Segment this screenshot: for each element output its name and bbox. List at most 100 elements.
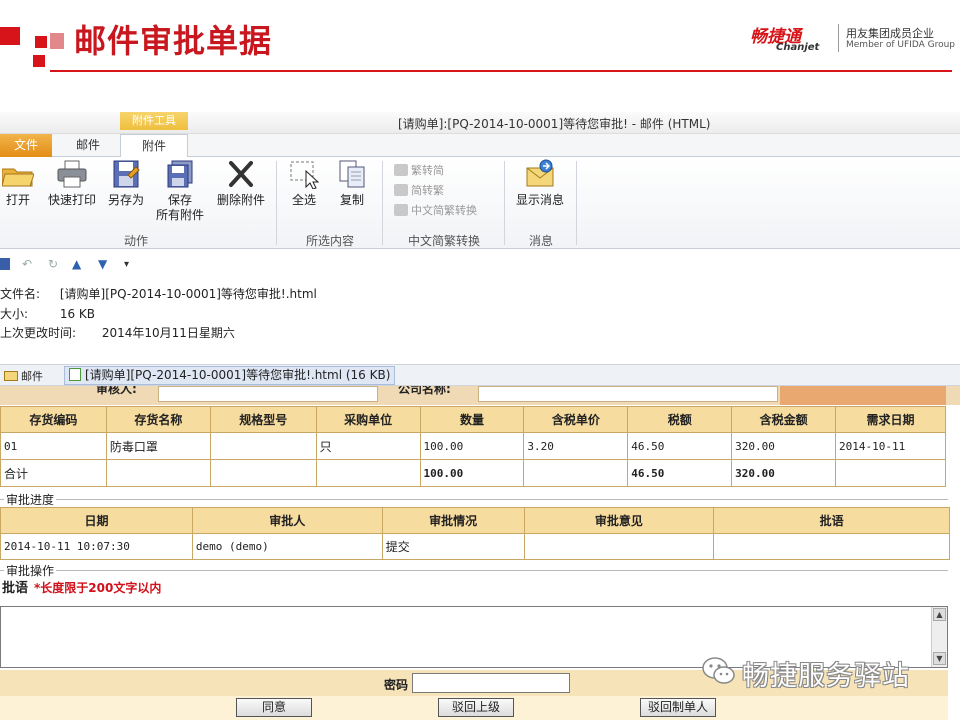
table-row: 2014-10-11 10:07:30 demo (demo) 提交 bbox=[1, 534, 950, 560]
col-header: 批语 bbox=[714, 508, 950, 534]
quick-print-button[interactable]: 快速打印 bbox=[42, 159, 102, 208]
cell-empty bbox=[210, 460, 317, 487]
progress-legend: 审批进度 bbox=[4, 491, 57, 508]
agree-button[interactable]: 同意 bbox=[236, 698, 312, 717]
show-message-button[interactable]: 显示消息 bbox=[510, 159, 570, 208]
col-header: 审批人 bbox=[192, 508, 383, 534]
message-tab[interactable]: 邮件 bbox=[4, 368, 43, 384]
group-label-action: 动作 bbox=[123, 234, 148, 248]
message-tab-label: 邮件 bbox=[21, 370, 43, 383]
cell-approval-opinion bbox=[524, 534, 715, 560]
comment-hint: *长度限于200文字以内 bbox=[34, 581, 162, 595]
group-label-message: 消息 bbox=[528, 234, 553, 248]
table-row: 01 防毒口罩 只 100.00 3.20 46.50 320.00 2014-… bbox=[1, 433, 946, 460]
copy-button[interactable]: 复制 bbox=[332, 159, 372, 208]
trad-simp-icon bbox=[394, 164, 408, 176]
deco-square bbox=[33, 55, 45, 67]
save-all-icon bbox=[167, 160, 193, 188]
col-header: 审批意见 bbox=[524, 508, 715, 534]
attachment-file-tab[interactable]: [请购单][PQ-2014-10-0001]等待您审批!.html (16 KB… bbox=[64, 366, 396, 385]
delete-attachment-button[interactable]: 删除附件 bbox=[212, 159, 270, 208]
file-size-label: 大小: bbox=[0, 307, 29, 321]
cell-amount: 320.00 bbox=[732, 433, 837, 460]
cell-empty bbox=[316, 460, 421, 487]
cell-code: 01 bbox=[1, 433, 107, 460]
brand-subtitle-en: Member of UFIDA Group bbox=[846, 40, 956, 50]
cell-total-label: 合计 bbox=[1, 460, 107, 487]
trad-to-simp-label: 繁转简 bbox=[411, 164, 444, 177]
group-separator bbox=[276, 161, 277, 245]
tab-file[interactable]: 文件 bbox=[0, 134, 52, 157]
deco-square bbox=[0, 27, 20, 45]
cell-name: 防毒口罩 bbox=[106, 433, 211, 460]
tab-mail[interactable]: 邮件 bbox=[60, 134, 116, 157]
cell-empty bbox=[524, 460, 629, 487]
trad-to-simp-button[interactable]: 繁转简 bbox=[394, 162, 444, 178]
cell-approval-date: 2014-10-11 10:07:30 bbox=[1, 534, 193, 560]
save-all-label-1: 保存 bbox=[167, 193, 192, 207]
simp-to-trad-button[interactable]: 简转繁 bbox=[394, 182, 444, 198]
redo-icon[interactable]: ↻ bbox=[48, 257, 58, 271]
reject-to-maker-button[interactable]: 驳回制单人 bbox=[640, 698, 716, 717]
cn-convert-label: 中文简繁转换 bbox=[411, 204, 477, 217]
select-all-button[interactable]: 全选 bbox=[284, 159, 324, 208]
comment-label-row: 批语 *长度限于200文字以内 bbox=[2, 577, 161, 596]
file-metadata: 文件名: [请购单][PQ-2014-10-0001]等待您审批!.html 大… bbox=[0, 280, 960, 360]
col-header: 含税金额 bbox=[732, 407, 837, 433]
attachment-bar: 邮件 [请购单][PQ-2014-10-0001]等待您审批!.html (16… bbox=[0, 364, 960, 386]
previous-item-icon[interactable]: ▲ bbox=[72, 257, 81, 271]
undo-icon[interactable]: ↶ bbox=[22, 257, 32, 271]
operation-fieldset-border bbox=[0, 570, 948, 571]
approval-table: 日期 审批人 审批情况 审批意见 批语 2014-10-11 10:07:30 … bbox=[0, 507, 950, 560]
password-input[interactable] bbox=[412, 673, 570, 693]
cell-total-tax: 46.50 bbox=[628, 460, 733, 487]
html-file-icon bbox=[69, 368, 81, 381]
tab-attach[interactable]: 附件 bbox=[120, 134, 188, 158]
save-icon[interactable] bbox=[0, 258, 10, 270]
col-header: 规格型号 bbox=[210, 407, 317, 433]
file-modified-value: 2014年10月11日星期六 bbox=[101, 326, 235, 340]
delete-attachment-label: 删除附件 bbox=[216, 193, 265, 207]
cn-convert-button[interactable]: 中文简繁转换 bbox=[394, 202, 477, 218]
select-all-label: 全选 bbox=[291, 193, 316, 207]
col-header: 日期 bbox=[1, 508, 193, 534]
scroll-up-icon[interactable]: ▲ bbox=[933, 608, 946, 621]
col-header: 税额 bbox=[628, 407, 733, 433]
cell-date: 2014-10-11 bbox=[836, 433, 946, 460]
simp-trad-icon bbox=[394, 184, 408, 196]
save-all-label-2: 所有附件 bbox=[155, 208, 204, 222]
group-separator bbox=[504, 161, 505, 245]
group-label-selection: 所选内容 bbox=[305, 234, 354, 248]
action-button-bar: 同意 驳回上级 驳回制单人 bbox=[0, 696, 948, 720]
items-header-row: 存货编码 存货名称 规格型号 采购单位 数量 含税单价 税额 含税金额 需求日期 bbox=[1, 407, 946, 433]
watermark-text: 畅捷服务驿站 bbox=[742, 661, 910, 692]
deco-square bbox=[35, 36, 47, 48]
col-header: 数量 bbox=[420, 407, 525, 433]
envelope-icon bbox=[4, 371, 18, 381]
next-item-icon[interactable]: ▼ bbox=[98, 257, 107, 271]
window-title: [请购单]:[PQ-2014-10-0001]等待您审批! - 邮件 (HTML… bbox=[398, 117, 711, 131]
cn-convert-icon bbox=[394, 204, 408, 216]
group-label-cn-convert: 中文简繁转换 bbox=[407, 234, 480, 248]
ribbon-tabs: 文件 邮件 附件 bbox=[0, 134, 960, 158]
envelope-icon bbox=[526, 159, 554, 187]
customize-qat-icon[interactable]: ▾ bbox=[124, 259, 129, 270]
save-all-attachments-button[interactable]: 保存 所有附件 bbox=[150, 159, 210, 223]
open-button[interactable]: 打开 bbox=[0, 159, 36, 208]
copy-label: 复制 bbox=[339, 193, 364, 207]
col-header: 存货编码 bbox=[1, 407, 107, 433]
printer-icon bbox=[57, 160, 87, 188]
quick-access-toolbar: ↶ ↻ ▲ ▼ ▾ bbox=[0, 253, 960, 275]
cell-total-qty: 100.00 bbox=[420, 460, 525, 487]
password-label: 密码 bbox=[384, 678, 409, 692]
group-separator bbox=[576, 161, 577, 245]
company-label: 公司名称: bbox=[398, 386, 451, 396]
brand-en: Chanjet bbox=[776, 42, 820, 53]
group-separator bbox=[382, 161, 383, 245]
save-as-button[interactable]: 另存为 bbox=[104, 159, 148, 208]
slide-header: 邮件审批单据 畅捷通 Chanjet 用友集团成员企业 Member of UF… bbox=[0, 0, 960, 92]
save-as-icon bbox=[113, 160, 140, 188]
reject-to-previous-button[interactable]: 驳回上级 bbox=[438, 698, 514, 717]
show-message-label: 显示消息 bbox=[515, 193, 564, 207]
deco-square bbox=[50, 33, 64, 49]
